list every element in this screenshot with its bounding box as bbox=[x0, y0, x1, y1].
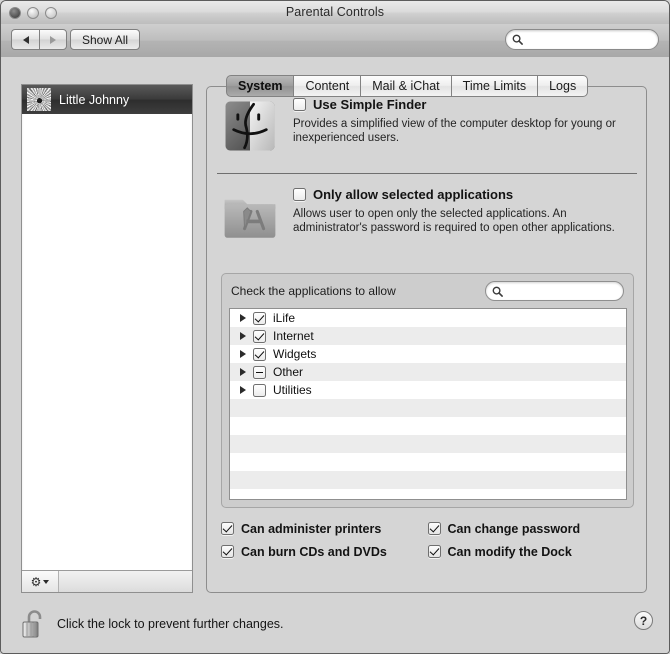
permission-label: Can administer printers bbox=[241, 521, 382, 536]
list-empty-row bbox=[230, 471, 626, 489]
permission-label: Can modify the Dock bbox=[447, 544, 572, 559]
show-all-button[interactable]: Show All bbox=[70, 29, 141, 50]
chevron-right-icon bbox=[50, 35, 56, 44]
search-icon bbox=[492, 286, 503, 297]
permission-label: Can change password bbox=[447, 521, 581, 536]
system-tab-panel: Use Simple Finder Provides a simplified … bbox=[206, 86, 647, 593]
only-allow-apps-checkbox[interactable] bbox=[293, 188, 306, 201]
list-item[interactable]: Widgets bbox=[230, 345, 626, 363]
section-divider bbox=[217, 173, 637, 174]
permission-checkbox[interactable] bbox=[427, 522, 441, 535]
app-group-label: iLife bbox=[273, 311, 296, 325]
tab-content[interactable]: Content bbox=[294, 75, 362, 97]
only-allow-apps-row[interactable]: Only allow selected applications bbox=[293, 187, 637, 202]
permission-can-change-password[interactable]: Can change password bbox=[427, 521, 635, 536]
tab-bar: System Content Mail & iChat Time Limits … bbox=[226, 75, 589, 97]
app-group-label: Utilities bbox=[273, 383, 312, 397]
disclosure-triangle-icon[interactable] bbox=[240, 332, 246, 340]
use-simple-finder-label: Use Simple Finder bbox=[313, 97, 427, 112]
simple-finder-text: Use Simple Finder Provides a simplified … bbox=[293, 97, 637, 145]
back-button[interactable] bbox=[11, 29, 39, 50]
only-allow-apps-description: Allows user to open only the selected ap… bbox=[293, 208, 615, 234]
window-title: Parental Controls bbox=[285, 5, 385, 19]
chevron-left-icon bbox=[22, 35, 29, 44]
lock-message: Click the lock to prevent further change… bbox=[57, 617, 284, 631]
disclosure-triangle-icon[interactable] bbox=[240, 314, 246, 322]
account-name: Little Johnny bbox=[59, 92, 130, 107]
app-group-label: Internet bbox=[273, 329, 314, 343]
tab-logs[interactable]: Logs bbox=[538, 75, 589, 97]
accounts-sidebar: Little Johnny ⚙ bbox=[21, 84, 193, 593]
use-simple-finder-row[interactable]: Use Simple Finder bbox=[293, 97, 637, 112]
list-item[interactable]: Internet bbox=[230, 327, 626, 345]
applications-search-input[interactable] bbox=[503, 285, 623, 297]
title-bar: Parental Controls bbox=[1, 1, 669, 25]
permission-checkbox[interactable] bbox=[427, 545, 441, 558]
app-group-label: Widgets bbox=[273, 347, 317, 361]
app-group-checkbox[interactable] bbox=[253, 365, 266, 379]
help-button[interactable]: ? bbox=[634, 611, 653, 630]
app-group-checkbox[interactable] bbox=[253, 329, 266, 343]
applications-folder-icon bbox=[224, 199, 276, 238]
tab-time-limits[interactable]: Time Limits bbox=[451, 75, 539, 97]
permission-can-burn-cds-and-dvds[interactable]: Can burn CDs and DVDs bbox=[221, 545, 428, 559]
disclosure-triangle-icon[interactable] bbox=[240, 350, 246, 358]
permission-label: Can burn CDs and DVDs bbox=[241, 544, 387, 559]
permission-can-modify-the-dock[interactable]: Can modify the Dock bbox=[427, 544, 635, 559]
permissions-grid: Can administer printers Can change passw… bbox=[221, 517, 634, 563]
toolbar: Show All bbox=[1, 24, 669, 58]
app-group-checkbox[interactable] bbox=[253, 383, 266, 397]
toolbar-search-input[interactable] bbox=[523, 33, 658, 46]
allowed-applications-label: Check the applications to allow bbox=[231, 284, 396, 298]
gear-icon: ⚙ bbox=[30, 574, 42, 589]
tab-mail-and-ichat[interactable]: Mail & iChat bbox=[361, 75, 452, 97]
disclosure-triangle-icon[interactable] bbox=[240, 386, 246, 394]
gear-action-menu-button[interactable]: ⚙ bbox=[22, 571, 59, 592]
list-item[interactable]: Other bbox=[230, 363, 626, 381]
tab-system[interactable]: System bbox=[226, 75, 295, 97]
applications-search-field[interactable] bbox=[485, 281, 624, 301]
simple-finder-description: Provides a simplified view of the comput… bbox=[293, 118, 616, 144]
app-group-checkbox[interactable] bbox=[253, 311, 266, 325]
disclosure-triangle-icon[interactable] bbox=[240, 368, 246, 376]
navigation-buttons bbox=[11, 29, 67, 50]
toolbar-search-field[interactable] bbox=[505, 29, 659, 50]
avatar bbox=[27, 88, 51, 111]
list-empty-row bbox=[230, 453, 626, 471]
simple-finder-section: Use Simple Finder Provides a simplified … bbox=[217, 97, 637, 155]
lock-bar: Click the lock to prevent further change… bbox=[1, 595, 669, 653]
app-group-label: Other bbox=[273, 365, 304, 379]
list-item[interactable]: Utilities bbox=[230, 381, 626, 399]
list-empty-row bbox=[230, 489, 626, 499]
accounts-sidebar-footer: ⚙ bbox=[22, 570, 192, 592]
account-row-little-johnny[interactable]: Little Johnny bbox=[22, 85, 192, 114]
chevron-down-icon bbox=[43, 579, 50, 584]
permission-checkbox[interactable] bbox=[221, 545, 234, 558]
list-empty-row bbox=[230, 399, 626, 417]
list-empty-row bbox=[230, 435, 626, 453]
allowed-applications-group: Check the applications to allow iLife In… bbox=[221, 273, 634, 508]
applications-list[interactable]: iLife Internet Widgets Other Utilities bbox=[229, 308, 627, 500]
permission-can-administer-printers[interactable]: Can administer printers bbox=[221, 522, 428, 536]
only-allow-apps-label: Only allow selected applications bbox=[313, 187, 514, 202]
only-allow-apps-text: Only allow selected applications Allows … bbox=[293, 187, 637, 235]
app-group-checkbox[interactable] bbox=[253, 347, 266, 361]
list-item[interactable]: iLife bbox=[230, 309, 626, 327]
list-empty-row bbox=[230, 417, 626, 435]
forward-button[interactable] bbox=[39, 29, 67, 50]
only-allow-apps-section: Only allow selected applications Allows … bbox=[217, 187, 637, 245]
finder-face-icon bbox=[225, 101, 275, 151]
unlocked-padlock-icon[interactable] bbox=[21, 609, 47, 639]
search-icon bbox=[512, 34, 523, 45]
parental-controls-window: Parental Controls Show All Little Johnny… bbox=[0, 0, 670, 654]
accounts-list[interactable]: Little Johnny bbox=[22, 85, 192, 570]
permission-checkbox[interactable] bbox=[221, 522, 234, 535]
use-simple-finder-checkbox[interactable] bbox=[293, 98, 306, 111]
window-body: Little Johnny ⚙ System Content Mail & iC… bbox=[1, 57, 669, 653]
